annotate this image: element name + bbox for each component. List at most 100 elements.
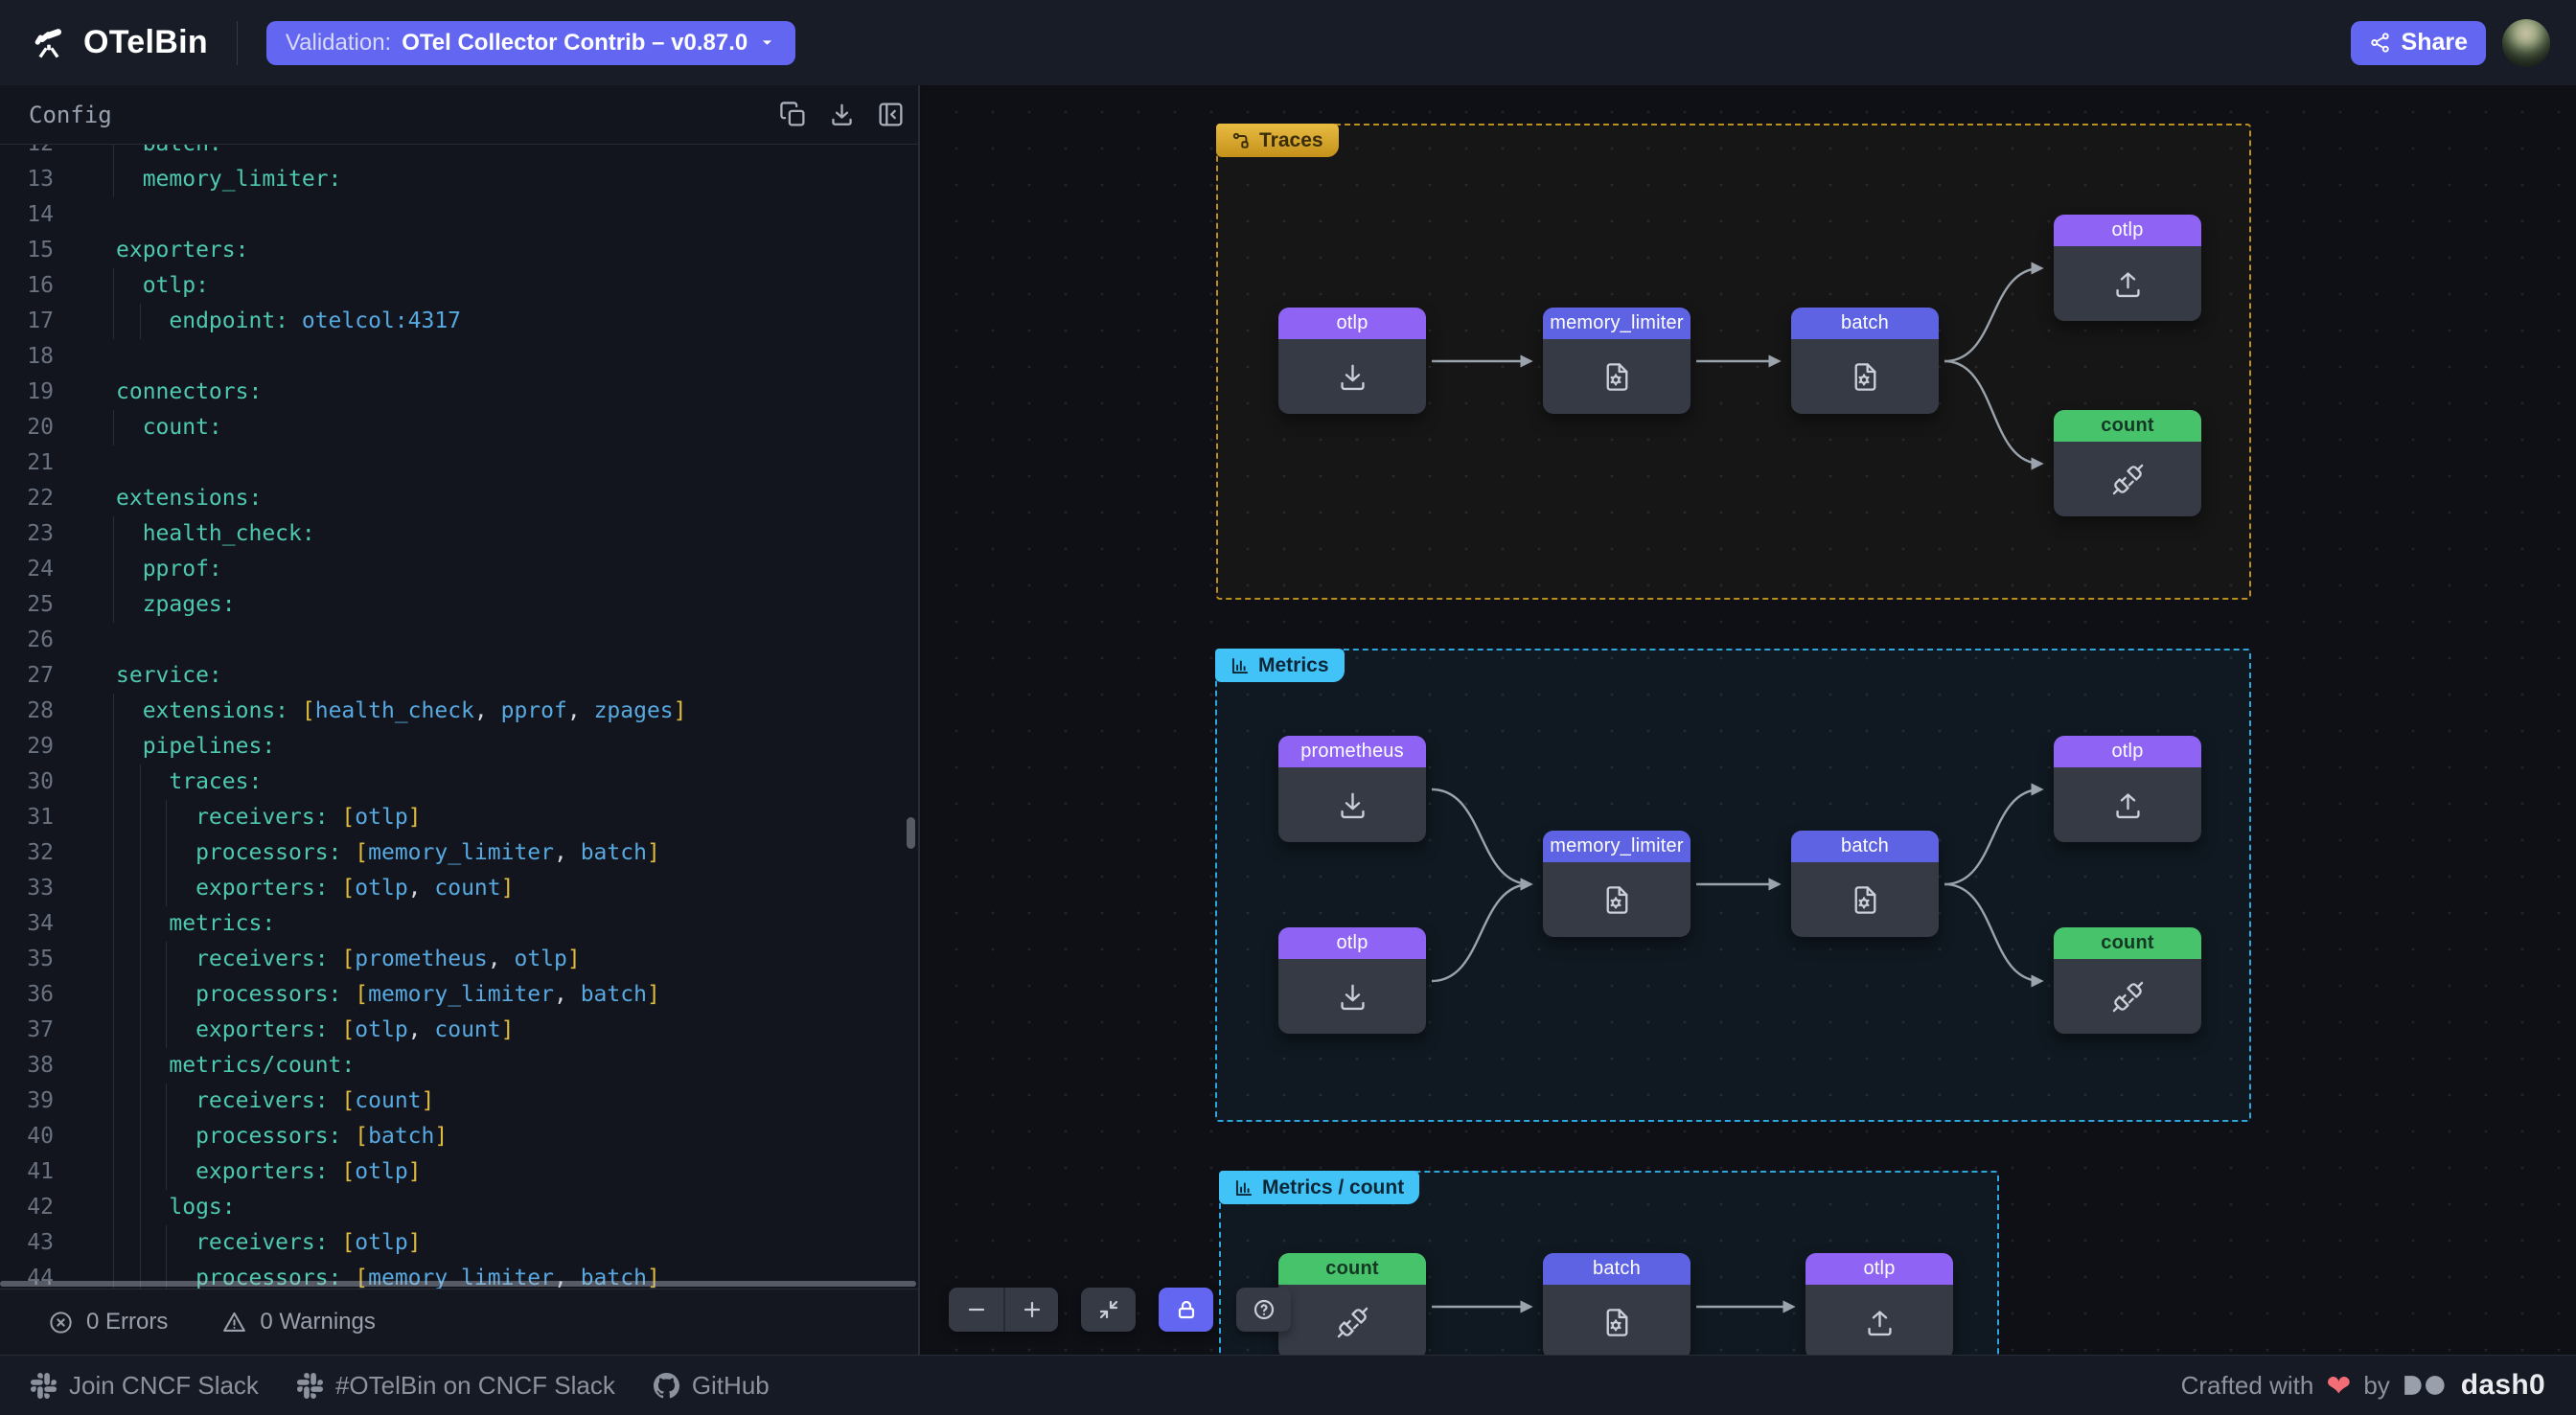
node-label: batch [1791, 308, 1939, 339]
line-number: 38 [0, 1048, 54, 1084]
node-metrics-prometheus-receiver[interactable]: prometheus [1278, 736, 1426, 842]
node-metrics-otlp-exporter[interactable]: otlp [2054, 736, 2201, 842]
node-metrics-batch-processor[interactable]: batch [1791, 831, 1939, 937]
node-metrics-otlp-receiver[interactable]: otlp [1278, 927, 1426, 1034]
line-number: 41 [0, 1154, 54, 1190]
group-label-metrics: Metrics [1215, 649, 1345, 682]
unplug-icon [2054, 959, 2201, 1034]
line-number: 14 [0, 197, 54, 233]
copy-config-button[interactable] [779, 101, 807, 128]
node-mcount-batch-processor[interactable]: batch [1543, 1253, 1690, 1355]
download-config-button[interactable] [828, 101, 856, 128]
node-traces-memory-limiter-processor[interactable]: memory_limiter [1543, 308, 1690, 414]
share-label: Share [2402, 29, 2468, 57]
fit-view-button[interactable] [1081, 1288, 1136, 1332]
node-label: count [2054, 410, 2201, 442]
heart-icon: ❤ [2326, 1371, 2351, 1401]
footer-link-label: GitHub [692, 1371, 770, 1401]
node-mcount-count-connector[interactable]: count [1278, 1253, 1426, 1355]
dash0-wordmark: dash0 [2461, 1369, 2545, 1402]
share-button[interactable]: Share [2351, 21, 2486, 65]
validation-status-bar: 0 Errors0 Warnings [0, 1289, 920, 1355]
github-link[interactable]: GitHub [654, 1371, 770, 1401]
collapse-panel-button[interactable] [877, 101, 905, 128]
code-line-26: 26 [0, 623, 918, 658]
config-panel-header: Config [0, 85, 918, 145]
code-line-24: 24 pprof: [0, 552, 918, 587]
warning-icon [221, 1310, 247, 1335]
warnings-status: 0 Warnings [221, 1309, 376, 1335]
code-line-37: 37 exporters: [otlp, count] [0, 1013, 918, 1048]
github-icon [654, 1373, 679, 1399]
route-icon [1231, 131, 1251, 150]
lock-icon [1175, 1298, 1198, 1321]
line-number: 17 [0, 304, 54, 339]
code-line-18: 18 [0, 339, 918, 375]
upload-icon [2054, 767, 2201, 842]
otelbin-cncf-slack-link[interactable]: #OTelBin on CNCF Slack [297, 1371, 615, 1401]
editor-horizontal-scrollbar[interactable] [0, 1281, 916, 1287]
group-label-text: Metrics / count [1262, 1176, 1404, 1199]
zoom-in-button[interactable] [1003, 1288, 1058, 1332]
node-metrics-memory-limiter-processor[interactable]: memory_limiter [1543, 831, 1690, 937]
config-toolbar [779, 101, 905, 128]
node-traces-count-connector[interactable]: count [2054, 410, 2201, 516]
slack-icon [31, 1373, 57, 1399]
line-number: 20 [0, 410, 54, 445]
code-line-23: 23 health_check: [0, 516, 918, 552]
line-number: 21 [0, 445, 54, 481]
node-label: otlp [1278, 927, 1426, 959]
chart-icon [1234, 1178, 1254, 1198]
node-label: otlp [1806, 1253, 1953, 1285]
code-line-33: 33 exporters: [otlp, count] [0, 871, 918, 906]
line-number: 25 [0, 587, 54, 623]
node-traces-otlp-receiver[interactable]: otlp [1278, 308, 1426, 414]
node-traces-batch-processor[interactable]: batch [1791, 308, 1939, 414]
pipeline-canvas[interactable]: TracesMetricsMetrics / countotlpmemory_l… [922, 85, 2576, 1355]
node-traces-otlp-exporter[interactable]: otlp [2054, 215, 2201, 321]
yaml-editor[interactable]: 12 batch:13 memory_limiter:1415exporters… [0, 145, 918, 1289]
node-mcount-otlp-exporter[interactable]: otlp [1806, 1253, 1953, 1355]
line-number: 42 [0, 1190, 54, 1225]
unplug-icon [1278, 1285, 1426, 1355]
validation-dropdown[interactable]: Validation: OTel Collector Contrib – v0.… [266, 21, 795, 65]
code-line-30: 30 traces: [0, 765, 918, 800]
help-button[interactable] [1236, 1288, 1291, 1332]
code-line-40: 40 processors: [batch] [0, 1119, 918, 1154]
header-divider [237, 21, 238, 65]
user-avatar[interactable] [2502, 19, 2550, 67]
code-area: 12 batch:13 memory_limiter:1415exporters… [0, 145, 918, 1289]
fit-icon [1097, 1298, 1120, 1321]
node-label: memory_limiter [1543, 831, 1690, 862]
file-cog-icon [1543, 1285, 1690, 1355]
editor-vertical-scrollbar[interactable] [907, 817, 915, 849]
chevron-down-icon [758, 34, 776, 52]
config-panel-title: Config [29, 102, 112, 128]
lock-button[interactable] [1159, 1288, 1213, 1332]
code-line-14: 14 [0, 197, 918, 233]
node-metrics-count-connector[interactable]: count [2054, 927, 2201, 1034]
line-number: 32 [0, 835, 54, 871]
line-number: 36 [0, 977, 54, 1013]
unplug-icon [2054, 442, 2201, 516]
file-cog-icon [1791, 862, 1939, 937]
node-label: memory_limiter [1543, 308, 1690, 339]
join-cncf-slack-link[interactable]: Join CNCF Slack [31, 1371, 259, 1401]
node-label: otlp [2054, 215, 2201, 246]
otelbin-logo-icon [30, 24, 68, 62]
line-number: 35 [0, 942, 54, 977]
group-label-text: Metrics [1258, 654, 1329, 677]
app-header: OTelBin Validation: OTel Collector Contr… [0, 0, 2576, 85]
code-line-42: 42 logs: [0, 1190, 918, 1225]
line-number: 33 [0, 871, 54, 906]
zoom-out-button[interactable] [949, 1288, 1003, 1332]
line-number: 16 [0, 268, 54, 304]
config-editor-panel: Config 12 batch:13 memory_limiter:1415ex… [0, 85, 920, 1289]
line-number: 22 [0, 481, 54, 516]
line-number: 27 [0, 658, 54, 694]
logo: OTelBin [0, 24, 208, 62]
code-line-12: 12 batch: [0, 145, 918, 162]
node-label: prometheus [1278, 736, 1426, 767]
dash0-logo-icon [2403, 1375, 2449, 1396]
credit-prefix: Crafted with [2181, 1371, 2314, 1401]
